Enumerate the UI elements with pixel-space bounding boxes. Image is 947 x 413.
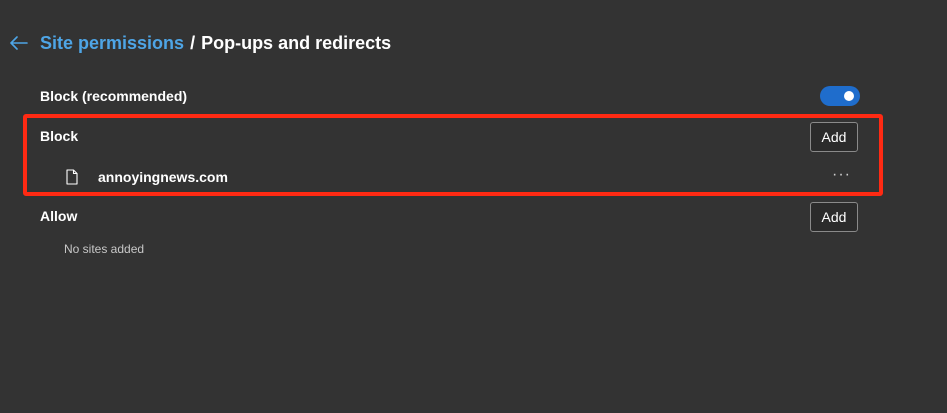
breadcrumb-separator: / bbox=[190, 32, 196, 53]
arrow-left-icon bbox=[10, 36, 28, 50]
block-label: Block bbox=[40, 128, 79, 144]
block-add-button[interactable]: Add bbox=[810, 122, 858, 152]
allow-add-button[interactable]: Add bbox=[810, 202, 858, 232]
file-icon bbox=[66, 169, 78, 185]
more-options-icon[interactable]: ··· bbox=[832, 167, 851, 183]
block-recommended-toggle[interactable] bbox=[820, 86, 860, 106]
block-recommended-row: Block (recommended) bbox=[40, 88, 860, 106]
block-recommended-label: Block (recommended) bbox=[40, 88, 188, 104]
allow-empty-message: No sites added bbox=[64, 242, 145, 256]
back-button[interactable] bbox=[8, 32, 30, 54]
block-section-header: Block bbox=[40, 128, 860, 146]
breadcrumb-site-permissions-link[interactable]: Site permissions bbox=[40, 33, 184, 54]
settings-page: Site permissions / Pop-ups and redirects… bbox=[0, 0, 947, 413]
toggle-knob bbox=[844, 91, 854, 101]
breadcrumb: Site permissions / Pop-ups and redirects bbox=[8, 29, 391, 57]
blocked-site-domain: annoyingnews.com bbox=[98, 169, 228, 185]
page-title: Pop-ups and redirects bbox=[201, 32, 392, 53]
allow-section-header: Allow bbox=[40, 208, 860, 226]
allow-label: Allow bbox=[40, 208, 78, 224]
blocked-site-item: annoyingnews.com bbox=[66, 166, 228, 188]
